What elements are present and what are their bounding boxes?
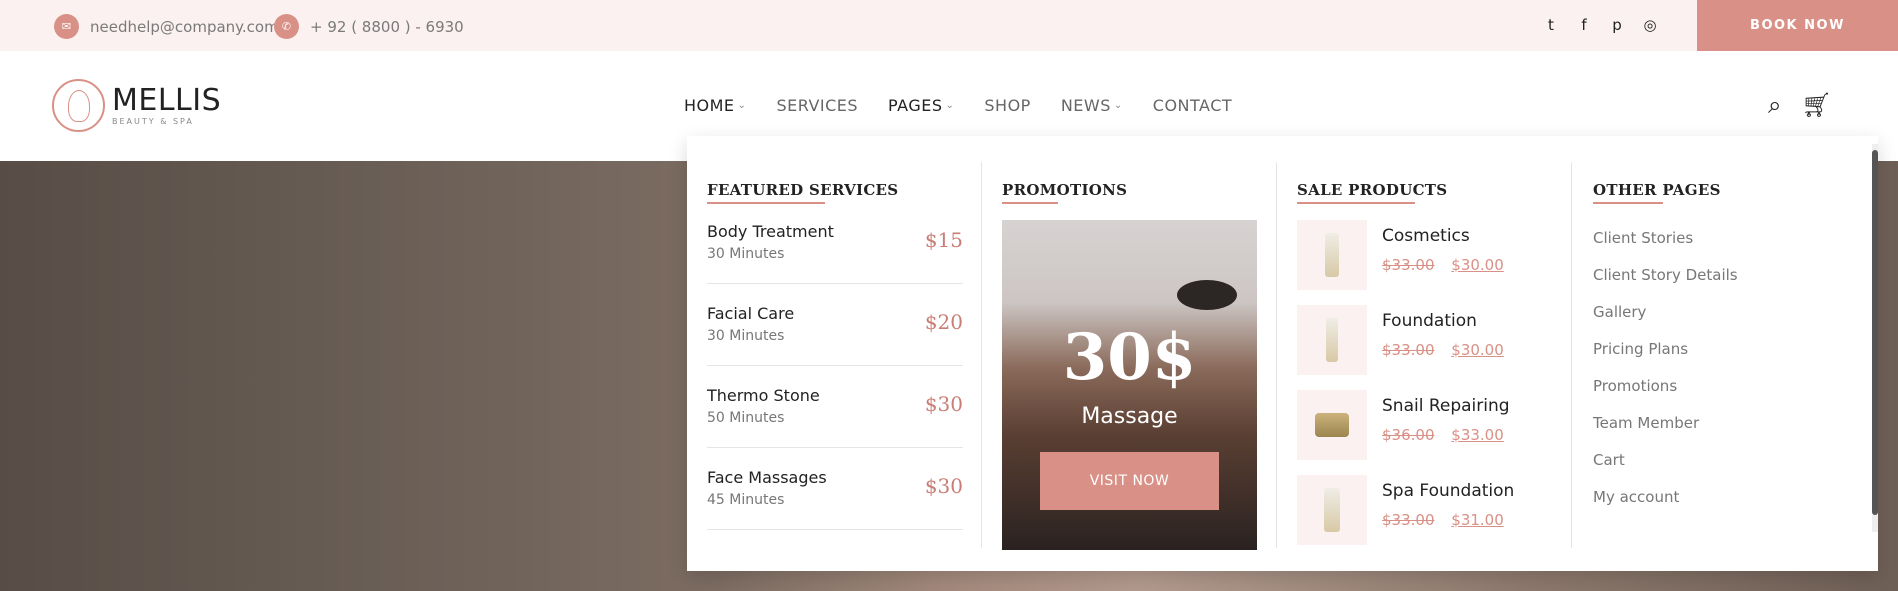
nav-services[interactable]: SERVICES bbox=[776, 96, 858, 115]
social-links: t f p ◎ bbox=[1543, 16, 1658, 34]
service-name: Thermo Stone bbox=[707, 386, 820, 405]
product-new-price: $33.00 bbox=[1451, 426, 1504, 444]
product-old-price: $33.00 bbox=[1382, 511, 1435, 529]
product-thumbnail[interactable] bbox=[1297, 390, 1367, 460]
page-link-cart[interactable]: Cart bbox=[1593, 451, 1738, 488]
page-link-pricing-plans[interactable]: Pricing Plans bbox=[1593, 340, 1738, 377]
service-item[interactable]: Thermo Stone 50 Minutes $30 bbox=[707, 366, 963, 448]
service-duration: 30 Minutes bbox=[707, 328, 785, 344]
nav-news[interactable]: NEWS ⌄ bbox=[1061, 96, 1123, 115]
promotion-banner: 30$ Massage VISIT NOW bbox=[1002, 220, 1257, 550]
twitter-icon[interactable]: t bbox=[1543, 16, 1559, 34]
envelope-icon: ✉ bbox=[54, 14, 79, 39]
nav-contact[interactable]: CONTACT bbox=[1153, 96, 1232, 115]
brand-name: MELLIS bbox=[112, 82, 222, 118]
sale-products-title: SALE PRODUCTS bbox=[1297, 181, 1448, 204]
service-duration: 30 Minutes bbox=[707, 246, 785, 262]
product-new-price: $30.00 bbox=[1451, 341, 1504, 359]
page-link-client-stories[interactable]: Client Stories bbox=[1593, 229, 1738, 266]
nav-pages-label: PAGES bbox=[888, 96, 943, 115]
search-icon[interactable]: ⌕ bbox=[1768, 91, 1781, 119]
massage-stone-image bbox=[1177, 280, 1237, 310]
service-duration: 45 Minutes bbox=[707, 492, 785, 508]
page-link-client-story-details[interactable]: Client Story Details bbox=[1593, 266, 1738, 303]
main-nav: HOME ⌄ SERVICES PAGES ⌄ SHOP NEWS ⌄ CONT… bbox=[684, 96, 1262, 115]
product-item[interactable]: Snail Repairing $36.00 $33.00 bbox=[1297, 390, 1557, 462]
top-bar: ✉ needhelp@company.com ✆ + 92 ( 8800 ) -… bbox=[0, 0, 1898, 51]
visit-now-button[interactable]: VISIT NOW bbox=[1040, 452, 1219, 510]
logo[interactable]: MELLIS BEAUTY & SPA bbox=[52, 79, 221, 132]
scrollbar-thumb[interactable] bbox=[1872, 150, 1878, 515]
nav-contact-label: CONTACT bbox=[1152, 96, 1233, 115]
pinterest-icon[interactable]: p bbox=[1609, 16, 1625, 34]
promotion-headline: 30$ bbox=[1062, 320, 1197, 395]
column-divider bbox=[981, 162, 982, 548]
product-name[interactable]: Cosmetics bbox=[1382, 226, 1470, 246]
product-new-price: $31.00 bbox=[1451, 511, 1504, 529]
service-item[interactable]: Face Massages 45 Minutes $30 bbox=[707, 448, 963, 530]
page-link-my-account[interactable]: My account bbox=[1593, 488, 1738, 525]
product-name[interactable]: Spa Foundation bbox=[1382, 481, 1514, 501]
page-link-promotions[interactable]: Promotions bbox=[1593, 377, 1738, 414]
promotion-subline: Massage bbox=[1081, 404, 1178, 429]
other-pages-list: Client Stories Client Story Details Gall… bbox=[1593, 229, 1738, 525]
service-name: Body Treatment bbox=[707, 222, 834, 241]
product-new-price: $30.00 bbox=[1451, 256, 1504, 274]
product-item[interactable]: Cosmetics $33.00 $30.00 bbox=[1297, 220, 1557, 292]
product-item[interactable]: Spa Foundation $33.00 $31.00 bbox=[1297, 475, 1557, 547]
chevron-down-icon: ⌄ bbox=[1113, 100, 1123, 111]
chevron-down-icon: ⌄ bbox=[737, 100, 747, 111]
phone-icon: ✆ bbox=[274, 14, 299, 39]
product-thumbnail[interactable] bbox=[1297, 220, 1367, 290]
email-contact[interactable]: ✉ needhelp@company.com bbox=[54, 14, 279, 39]
facebook-icon[interactable]: f bbox=[1576, 16, 1592, 34]
nav-home[interactable]: HOME ⌄ bbox=[684, 96, 746, 115]
book-now-button[interactable]: BOOK NOW bbox=[1697, 0, 1898, 51]
instagram-icon[interactable]: ◎ bbox=[1642, 16, 1658, 34]
brand-tagline: BEAUTY & SPA bbox=[112, 116, 194, 126]
product-item[interactable]: Foundation $33.00 $30.00 bbox=[1297, 305, 1557, 377]
nav-services-label: SERVICES bbox=[776, 96, 859, 115]
service-price: $30 bbox=[924, 474, 963, 498]
nav-pages[interactable]: PAGES ⌄ bbox=[888, 96, 954, 115]
column-divider bbox=[1276, 162, 1277, 548]
product-old-price: $33.00 bbox=[1382, 256, 1435, 274]
service-price: $15 bbox=[924, 228, 963, 252]
service-price: $30 bbox=[924, 392, 963, 416]
email-text[interactable]: needhelp@company.com bbox=[90, 18, 279, 36]
service-name: Facial Care bbox=[707, 304, 795, 323]
cart-icon[interactable]: 🛒︎ bbox=[1801, 91, 1831, 119]
mega-menu: FEATURED SERVICES Body Treatment 30 Minu… bbox=[687, 136, 1878, 571]
product-name[interactable]: Snail Repairing bbox=[1382, 396, 1510, 416]
nav-news-label: NEWS bbox=[1060, 96, 1111, 115]
nav-home-label: HOME bbox=[684, 96, 735, 115]
nav-shop-label: SHOP bbox=[984, 96, 1031, 115]
header-icons: ⌕ 🛒︎ bbox=[1768, 91, 1832, 119]
featured-services-title: FEATURED SERVICES bbox=[707, 181, 899, 204]
promotions-title: PROMOTIONS bbox=[1002, 181, 1128, 204]
nav-shop[interactable]: SHOP bbox=[984, 96, 1030, 115]
product-thumbnail[interactable] bbox=[1297, 475, 1367, 545]
service-price: $20 bbox=[924, 310, 963, 334]
page-link-gallery[interactable]: Gallery bbox=[1593, 303, 1738, 340]
product-old-price: $36.00 bbox=[1382, 426, 1435, 444]
column-divider bbox=[1571, 162, 1572, 548]
service-item[interactable]: Body Treatment 30 Minutes $15 bbox=[707, 202, 963, 284]
service-name: Face Massages bbox=[707, 468, 827, 487]
page-link-team-member[interactable]: Team Member bbox=[1593, 414, 1738, 451]
phone-text[interactable]: + 92 ( 8800 ) - 6930 bbox=[310, 18, 464, 36]
service-duration: 50 Minutes bbox=[707, 410, 785, 426]
service-item[interactable]: Facial Care 30 Minutes $20 bbox=[707, 284, 963, 366]
product-old-price: $33.00 bbox=[1382, 341, 1435, 359]
other-pages-title: OTHER PAGES bbox=[1593, 181, 1721, 204]
phone-contact[interactable]: ✆ + 92 ( 8800 ) - 6930 bbox=[274, 14, 464, 39]
chevron-down-icon: ⌄ bbox=[945, 100, 955, 111]
product-thumbnail[interactable] bbox=[1297, 305, 1367, 375]
product-name[interactable]: Foundation bbox=[1382, 311, 1477, 331]
logo-emblem-icon bbox=[52, 79, 105, 132]
